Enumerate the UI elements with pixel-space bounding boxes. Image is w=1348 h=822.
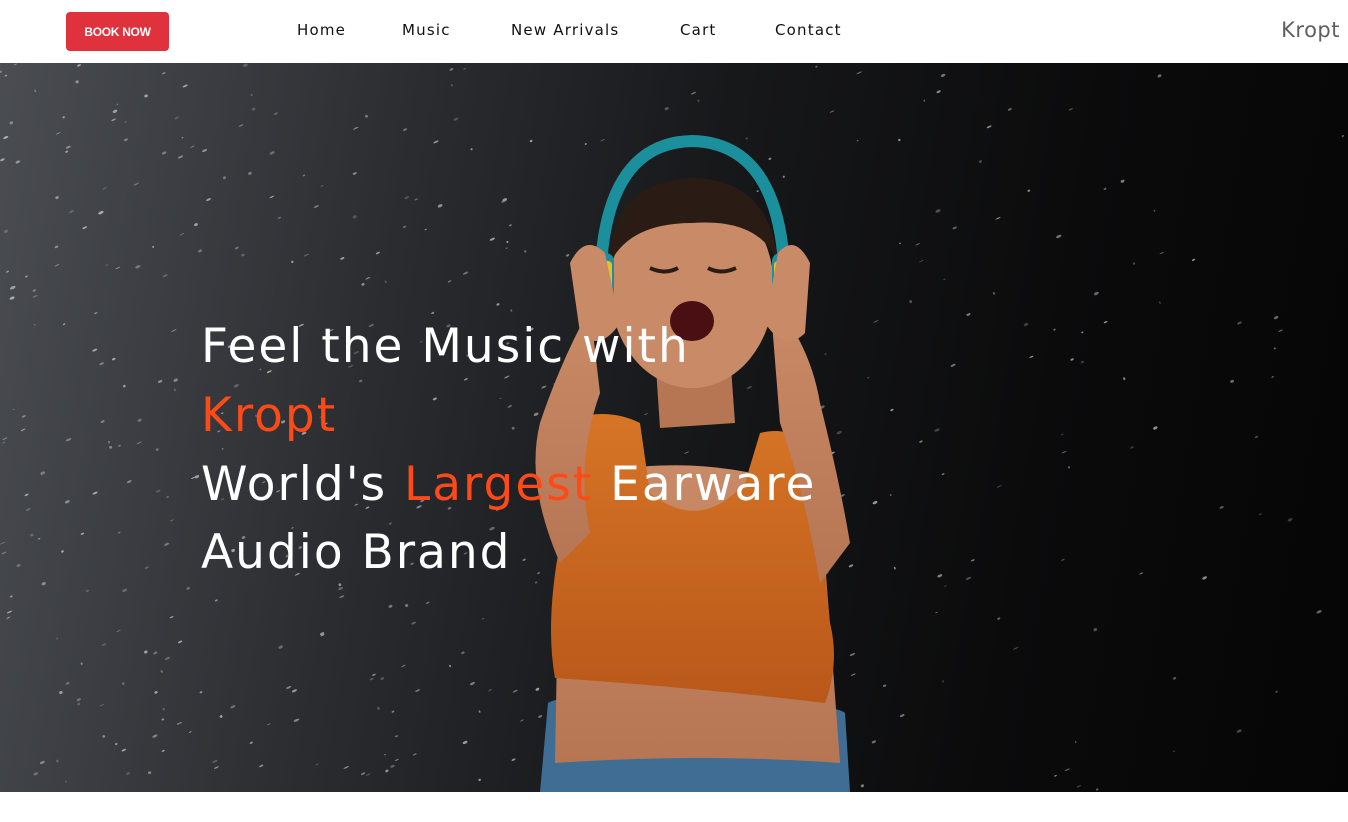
hero-line-3-start: World's	[201, 457, 405, 512]
hero-line-4: Audio Brand	[201, 525, 512, 580]
hero-banner: Feel the Music with Kropt World's Larges…	[0, 63, 1348, 792]
book-now-button[interactable]: BOOK NOW	[66, 12, 169, 51]
hero-brand-name: Kropt	[201, 388, 338, 443]
brand-logo-text[interactable]: Kropt	[1281, 18, 1340, 42]
site-header: BOOK NOW Home Music New Arrivals Cart Co…	[0, 0, 1348, 63]
hero-line-3-end: Earware	[593, 457, 817, 512]
nav-cart[interactable]: Cart	[680, 21, 717, 39]
nav-home[interactable]: Home	[297, 21, 346, 39]
nav-contact[interactable]: Contact	[775, 21, 842, 39]
nav-new-arrivals[interactable]: New Arrivals	[511, 21, 619, 39]
hero-largest-accent: Largest	[404, 457, 594, 512]
nav-music[interactable]: Music	[402, 21, 451, 39]
hero-line-3: World's Largest Earware	[201, 451, 816, 519]
page-bottom-space	[0, 792, 1348, 822]
hero-line-1: Feel the Music with	[201, 319, 690, 374]
hero-headline: Feel the Music with Kropt World's Larges…	[201, 313, 816, 587]
